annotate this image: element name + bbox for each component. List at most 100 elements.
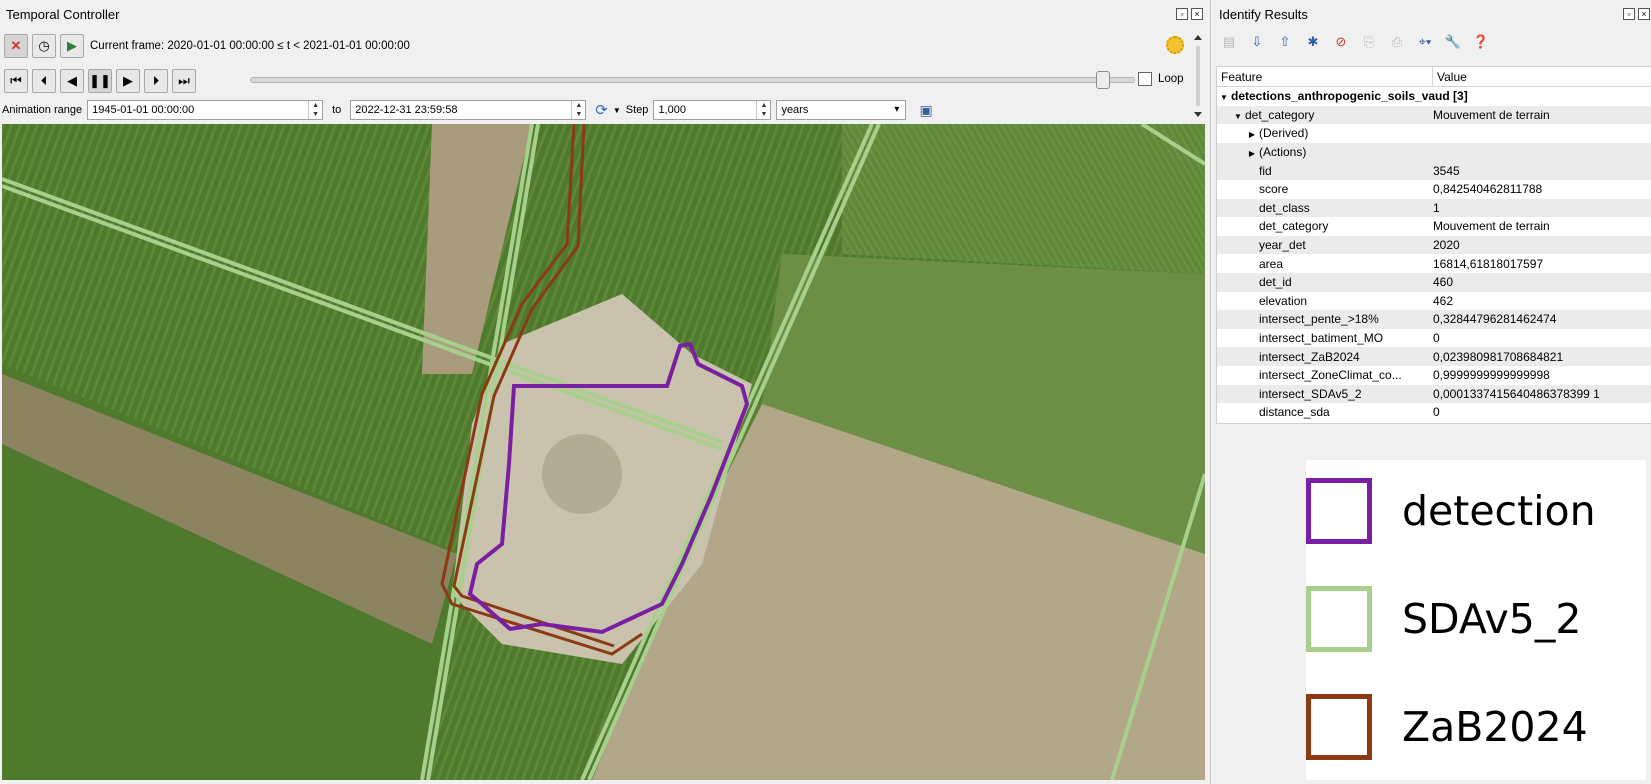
chevron-right-icon[interactable]: ▶ — [1245, 149, 1259, 158]
first-frame-icon[interactable]: ⏮ — [4, 69, 28, 93]
attribute-row[interactable]: fid 3545 — [1217, 161, 1651, 180]
identify-toolbar: ▤ ⇩ ⇧ ✱ ⊘ ⎘ ⎙ ⌖▾ 🔧 ❓ — [1219, 32, 1491, 52]
identify-mode-icon[interactable]: ⌖▾ — [1415, 32, 1435, 52]
attribute-row[interactable]: year_det 2020 — [1217, 235, 1651, 255]
refresh-dropdown-icon[interactable]: ▼ — [613, 106, 621, 115]
attr-name: score — [1259, 182, 1289, 197]
last-frame-icon[interactable]: ⏭ — [172, 69, 196, 93]
current-frame-label: Current frame: 2020-01-01 00:00:00 ≤ t <… — [90, 40, 410, 52]
attribute-row[interactable]: elevation 462 — [1217, 292, 1651, 311]
identify-results-tree[interactable]: Feature Value ▼ detections_anthropogenic_… — [1216, 66, 1651, 424]
attr-name: det_class — [1259, 200, 1310, 215]
close-icon[interactable]: × — [1191, 8, 1203, 20]
layer-name: detections_anthropogenic_soils_vaud [3] — [1231, 89, 1468, 104]
range-start-field[interactable]: 1945-01-01 00:00:00 ▲ ▼ — [87, 100, 324, 120]
chevron-down-icon[interactable]: ▼ — [1217, 93, 1231, 102]
feature-column-header[interactable]: Feature — [1217, 67, 1433, 86]
pause-icon[interactable]: ❚❚ — [88, 69, 112, 93]
attr-value: 16814,61818017597 — [1433, 256, 1544, 271]
attribute-row[interactable]: det_id 460 — [1217, 272, 1651, 292]
attr-value: 0 — [1433, 331, 1440, 346]
to-label: to — [332, 104, 342, 116]
attribute-row[interactable]: distance_sda 0 — [1217, 403, 1651, 422]
spinner-icon[interactable]: ▲ ▼ — [308, 101, 322, 119]
legend-swatch — [1306, 586, 1372, 652]
attribute-row[interactable]: area 16814,61818017597 — [1217, 254, 1651, 273]
print-icon[interactable]: ⎙ — [1387, 32, 1407, 52]
attribute-row[interactable]: intersect_SDAv5_2 0,000133741564048637839… — [1217, 384, 1651, 404]
attr-value: 0,842540462811788 — [1433, 182, 1543, 197]
step-field[interactable]: 1,000 ▲ ▼ — [653, 100, 772, 120]
attribute-rows: fid 3545 score 0,842540462811788 det_class 1 d… — [1217, 161, 1651, 421]
actions-row[interactable]: ▶ (Actions) — [1217, 142, 1651, 162]
legend-label: ZaB2024 — [1402, 703, 1588, 751]
value-column-header[interactable]: Value — [1433, 67, 1471, 86]
step-unit-select[interactable]: years ▾ — [776, 100, 907, 120]
attr-name: det_id — [1259, 275, 1292, 290]
help-icon[interactable]: ❓ — [1471, 32, 1491, 52]
attr-name: fid — [1259, 163, 1272, 178]
attribute-row[interactable]: intersect_ZoneClimat_co... 0,999999999999… — [1217, 366, 1651, 385]
legend-item-detection: detection — [1306, 478, 1596, 544]
spinner-icon[interactable]: ▲ ▼ — [571, 101, 585, 119]
refresh-icon[interactable]: ⟳ — [595, 101, 608, 119]
attribute-row[interactable]: intersect_batiment_MO 0 — [1217, 329, 1651, 348]
attr-value: 1 — [1433, 200, 1440, 215]
map-canvas[interactable] — [2, 124, 1205, 780]
panel-scrollbar[interactable] — [1190, 32, 1206, 122]
attr-value: 0,023980981708684821 — [1433, 349, 1564, 364]
expand-new-icon[interactable]: ✱ — [1303, 32, 1323, 52]
collapse-tree-icon[interactable]: ⇧ — [1275, 32, 1295, 52]
attr-value: 462 — [1433, 293, 1454, 308]
playback-toolbar: ⏮ ⏴ ◀ ❚❚ ▶ ⏵ ⏭ — [4, 68, 196, 94]
settings-icon[interactable]: 🔧 — [1443, 32, 1463, 52]
stop-icon[interactable]: ✕ — [4, 34, 28, 58]
float-icon[interactable]: ▫ — [1176, 8, 1188, 20]
legend-item-sdav5-2: SDAv5_2 — [1306, 586, 1581, 652]
next-frame-icon[interactable]: ⏵ — [144, 69, 168, 93]
field — [842, 124, 1205, 274]
chevron-right-icon[interactable]: ▶ — [1245, 130, 1259, 139]
loop-toggle[interactable]: Loop — [1138, 72, 1184, 86]
step-unit-value: years — [781, 104, 809, 116]
close-icon[interactable]: × — [1638, 8, 1650, 20]
rewind-icon[interactable]: ◀ — [60, 69, 84, 93]
legend-swatch — [1306, 478, 1372, 544]
previous-frame-icon[interactable]: ⏴ — [32, 69, 56, 93]
legend-item-zab2024: ZaB2024 — [1306, 694, 1588, 760]
attr-value: Mouvement de terrain — [1433, 219, 1550, 234]
open-form-icon[interactable]: ▤ — [1219, 32, 1239, 52]
legend-label: SDAv5_2 — [1402, 595, 1582, 643]
animation-range-row: Animation range 1945-01-01 00:00:00 ▲ ▼ t… — [2, 99, 933, 121]
legend-label: detection — [1402, 487, 1596, 535]
copy-icon[interactable]: ⎘ — [1359, 32, 1379, 52]
feature-row[interactable]: ▼ det_category Mouvement de terrain — [1217, 105, 1651, 125]
float-icon[interactable]: ▫ — [1623, 8, 1635, 20]
settings-icon[interactable] — [1166, 36, 1184, 54]
derived-row[interactable]: ▶ (Derived) — [1217, 124, 1651, 143]
chevron-down-icon[interactable]: ▼ — [1231, 112, 1245, 121]
range-end-field[interactable]: 2022-12-31 23:59:58 ▲ ▼ — [350, 100, 587, 120]
attribute-row[interactable]: score 0,842540462811788 — [1217, 180, 1651, 199]
attribute-row[interactable]: intersect_pente_>18% 0,32844796281462474 — [1217, 310, 1651, 329]
identify-results-panel: Identify Results ▫ × ▤ ⇩ ⇧ ✱ ⊘ ⎘ ⎙ ⌖▾ 🔧 … — [1210, 0, 1651, 784]
spinner-icon[interactable]: ▲ ▼ — [756, 101, 770, 119]
time-slider[interactable] — [250, 77, 1135, 83]
play-icon[interactable]: ▶ — [116, 69, 140, 93]
expand-tree-icon[interactable]: ⇩ — [1247, 32, 1267, 52]
loop-checkbox[interactable] — [1138, 72, 1152, 86]
clear-results-icon[interactable]: ⊘ — [1331, 32, 1351, 52]
dock-buttons: ▫ × — [1176, 8, 1203, 20]
attr-name: det_category — [1245, 107, 1315, 122]
time-slider-handle[interactable] — [1096, 71, 1110, 89]
step-value: 1,000 — [658, 104, 686, 116]
attribute-row[interactable]: det_category Mouvement de terrain — [1217, 217, 1651, 236]
save-icon[interactable]: ▣ — [919, 102, 932, 119]
layer-row[interactable]: ▼ detections_anthropogenic_soils_vaud [3] — [1217, 87, 1651, 106]
attribute-row[interactable]: intersect_ZaB2024 0,023980981708684821 — [1217, 347, 1651, 366]
temporal-controller-panel: Temporal Controller ▫ × ✕ ◷ ▶ Current fr… — [0, 0, 1210, 126]
aerial-map[interactable] — [2, 124, 1205, 780]
play-animation-icon[interactable]: ▶ — [60, 34, 84, 58]
attribute-row[interactable]: det_class 1 — [1217, 198, 1651, 218]
clock-icon[interactable]: ◷ — [32, 34, 56, 58]
